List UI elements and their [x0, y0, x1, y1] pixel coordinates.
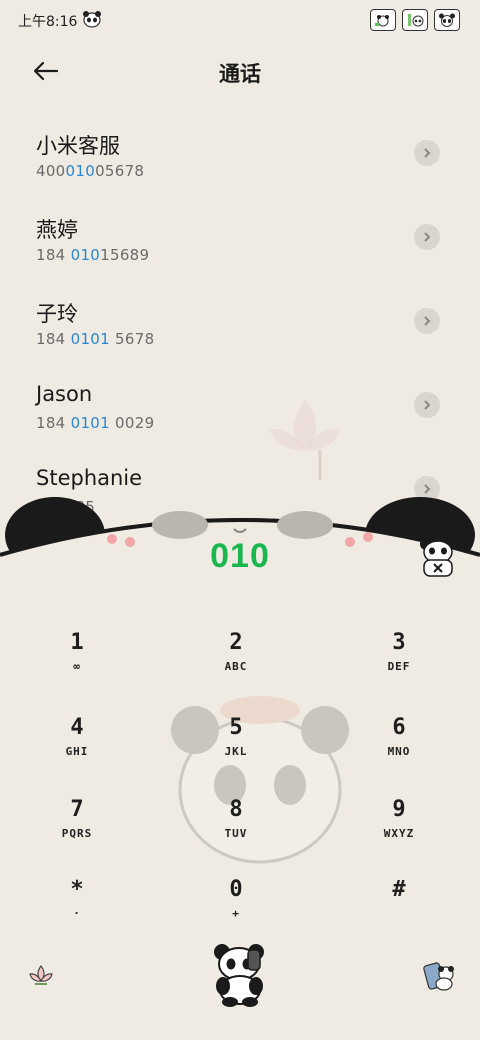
contact-name: 燕婷 — [36, 218, 78, 242]
call-button[interactable] — [210, 942, 272, 1008]
chevron-right-icon[interactable] — [414, 140, 440, 166]
contact-name: 子玲 — [36, 302, 78, 326]
contact-suggestions-list: 小米客服 40001005678 燕婷 184 01015689 子玲 184 … — [0, 112, 480, 512]
bamboo-panda-icon — [402, 9, 428, 31]
key-6[interactable]: 6 MNO — [334, 713, 464, 785]
key-7[interactable]: 7 PQRS — [12, 795, 142, 867]
voicemail-icon: ∞ — [73, 660, 81, 673]
key-5[interactable]: 5 JKL — [171, 713, 301, 785]
status-icons — [370, 9, 460, 31]
contact-row[interactable]: 小米客服 40001005678 — [0, 112, 480, 196]
panda-phone-call-icon — [214, 944, 264, 1007]
key-0[interactable]: 0 + — [171, 875, 301, 947]
contact-row[interactable]: Stephanie 184685 — [0, 448, 480, 512]
contact-row[interactable]: 燕婷 184 01015689 — [0, 196, 480, 280]
panda-delete-icon — [420, 538, 456, 577]
contact-name: Stephanie — [36, 466, 143, 490]
key-8[interactable]: 8 TUV — [171, 795, 301, 867]
key-2[interactable]: 2 ABC — [171, 628, 301, 700]
contact-number: 184 0101 5678 — [36, 330, 155, 348]
chevron-right-icon[interactable] — [414, 476, 440, 502]
contact-row[interactable]: 子玲 184 0101 5678 — [0, 280, 480, 364]
chevron-right-icon[interactable] — [414, 224, 440, 250]
contact-number: 184685 — [36, 498, 96, 512]
contact-name: Jason — [36, 382, 93, 406]
panda-app-icon — [370, 9, 396, 31]
dialed-number: 010 — [210, 537, 270, 575]
lotus-button[interactable] — [26, 960, 56, 990]
contact-number: 184 01015689 — [36, 246, 150, 264]
key-star[interactable]: * · — [12, 875, 142, 947]
key-4[interactable]: 4 GHI — [12, 713, 142, 785]
status-bar: 上午8:16 — [0, 0, 480, 40]
lotus-icon — [29, 965, 53, 985]
page-title: 通话 — [219, 62, 261, 86]
key-1[interactable]: 1 ∞ — [12, 628, 142, 700]
contacts-button[interactable] — [422, 960, 456, 994]
contact-number: 40001005678 — [36, 162, 145, 180]
status-time: 上午8:16 — [18, 14, 78, 30]
key-3[interactable]: 3 DEF — [334, 628, 464, 700]
chevron-right-icon[interactable] — [414, 392, 440, 418]
panda-icon — [82, 10, 102, 32]
delete-button[interactable] — [418, 536, 458, 580]
contact-number: 184 0101 0029 — [36, 414, 155, 432]
contact-row[interactable]: Jason 184 0101 0029 — [0, 364, 480, 448]
key-9[interactable]: 9 WXYZ — [334, 795, 464, 867]
chevron-right-icon[interactable] — [414, 308, 440, 334]
app-bar: 通话 — [0, 44, 480, 98]
panda-face-icon — [434, 9, 460, 31]
panda-contacts-icon — [423, 962, 454, 991]
key-hash[interactable]: # — [334, 875, 464, 947]
contact-name: 小米客服 — [36, 134, 120, 158]
